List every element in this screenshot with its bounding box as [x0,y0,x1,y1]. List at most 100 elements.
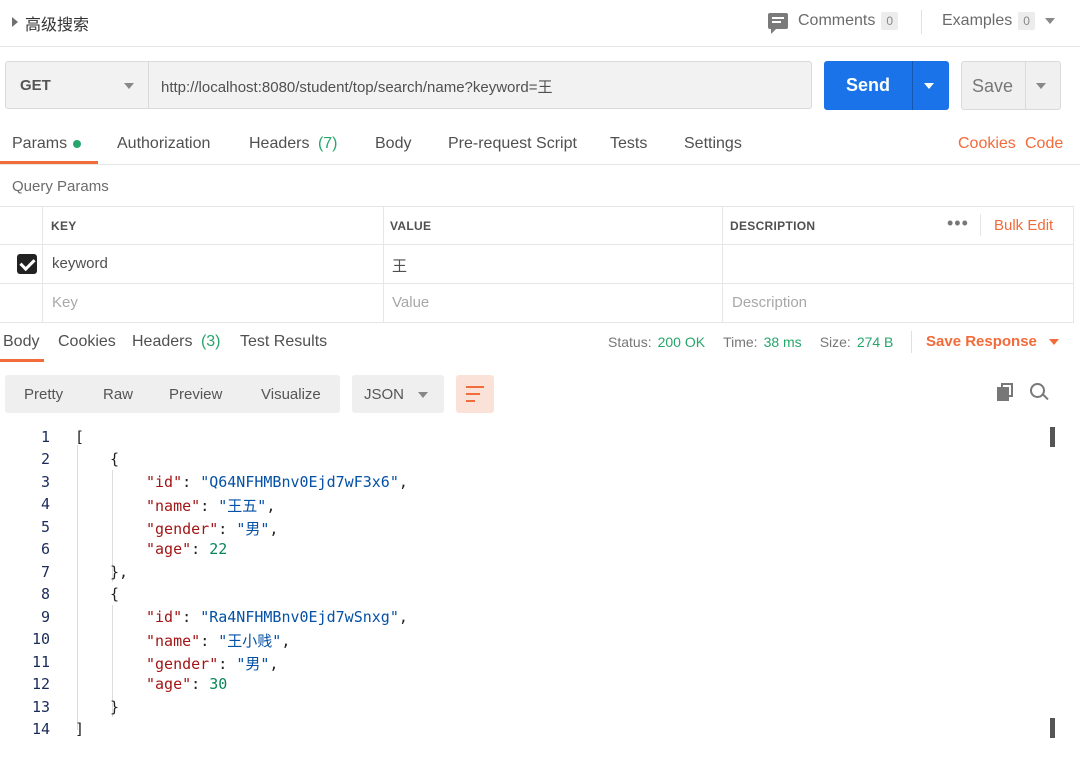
tab-prerequest-script[interactable]: Pre-request Script [448,135,577,153]
param-key-cell[interactable]: keyword [52,255,108,272]
response-tab-body[interactable]: Body [3,333,39,351]
view-preview-button[interactable]: Preview [169,386,222,403]
query-params-title: Query Params [12,178,109,195]
examples-count-badge: 0 [1018,12,1035,30]
line-number: 9 [40,608,50,626]
code-line: }, [110,563,129,581]
tab-headers-label: Headers [249,135,310,152]
scrollbar-thumb[interactable] [1050,718,1055,738]
param-enabled-checkbox[interactable] [17,254,37,274]
line-number: 13 [31,698,50,716]
save-options-chevron-icon[interactable] [1036,83,1046,89]
view-visualize-button[interactable]: Visualize [261,386,321,403]
indent-guide [77,445,78,730]
examples-label: Examples [942,12,1013,29]
status-value[interactable]: 200 OK [658,334,705,350]
response-headers-label: Headers [132,333,193,350]
code-line: } [110,698,120,716]
tab-settings[interactable]: Settings [684,135,742,153]
line-number: 2 [40,450,50,468]
line-number: 8 [40,585,50,603]
tab-params-label: Params [12,135,68,152]
wrap-lines-icon[interactable] [456,375,494,413]
view-pretty-button[interactable]: Pretty [24,386,63,403]
copy-icon[interactable] [997,383,1015,401]
divider [0,244,1074,245]
json-value: Ra4NFHMBnv0Ejd7wSnxg [209,608,390,626]
cookies-link[interactable]: Cookies [958,135,1016,153]
divider [0,283,1074,284]
search-icon[interactable] [1030,383,1049,401]
code-line: { [110,450,120,468]
method-select[interactable]: GET [5,61,149,109]
size-value[interactable]: 274 B [857,334,894,350]
new-description-input[interactable]: Description [732,294,807,311]
code-line: "name": "王小贱", [146,632,291,650]
json-value: 王五 [227,497,258,515]
comments-count-badge: 0 [881,12,899,30]
code-line: "gender": "男", [146,655,279,673]
top-bar [0,0,1080,47]
param-value-cell[interactable]: 王 [392,255,407,276]
line-number: 6 [40,540,50,558]
column-header-key: KEY [51,219,77,233]
comments-label: Comments [798,12,876,29]
url-value: http://localhost:8080/student/top/search… [161,79,553,96]
save-response-label: Save Response [926,333,1037,350]
response-body-viewer[interactable]: 1 2 3 4 5 6 7 8 9 10 11 12 13 14 [ { "id… [0,425,1062,755]
time-value[interactable]: 38 ms [764,334,802,350]
headers-count: (7) [317,135,338,152]
code-link[interactable]: Code [1025,135,1063,153]
divider [1073,206,1074,323]
view-raw-button[interactable]: Raw [103,386,133,403]
code-line: "age": 22 [146,540,228,558]
line-number: 1 [40,428,50,446]
examples-button[interactable]: Examples 0 [942,12,1055,30]
code-line: "id": "Q64NFHMBnv0Ejd7wF3x6", [146,473,408,491]
format-value: JSON [364,386,405,403]
line-number: 11 [31,653,50,671]
line-number: 7 [40,563,50,581]
send-label: Send [845,75,890,95]
send-button[interactable]: Send [824,61,949,110]
tab-authorization[interactable]: Authorization [117,135,210,153]
save-divider [1025,62,1026,109]
json-value: Q64NFHMBnv0Ejd7wF3x6 [209,473,390,491]
tab-headers[interactable]: Headers (7) [249,135,338,153]
bulk-edit-link[interactable]: Bulk Edit [994,217,1053,234]
divider [0,164,1080,165]
response-tab-test-results[interactable]: Test Results [240,333,327,351]
save-label: Save [972,76,1014,96]
tab-tests[interactable]: Tests [610,135,647,153]
response-meta: Status: 200 OK Time: 38 ms Size: 274 B [608,334,893,350]
tab-params[interactable]: Params [12,135,82,153]
response-headers-count: (3) [200,333,221,350]
collapse-triangle-icon[interactable] [12,17,18,27]
new-key-input[interactable]: Key [52,294,78,311]
tab-body[interactable]: Body [375,135,411,153]
chevron-down-icon [418,392,428,398]
save-button[interactable]: Save [961,61,1061,110]
column-header-value: VALUE [390,219,432,233]
json-value: 王小贱 [227,632,273,650]
param-description-cell[interactable] [732,255,1062,275]
comments-button[interactable]: Comments 0 [798,12,899,30]
request-title[interactable]: 高级搜索 [25,11,89,35]
code-line: { [110,585,120,603]
format-select[interactable]: JSON [352,375,444,413]
send-options-chevron-icon[interactable] [924,83,934,89]
code-line: ] [75,720,85,738]
new-value-input[interactable]: Value [392,294,429,311]
comment-icon[interactable] [768,13,788,34]
save-response-button[interactable]: Save Response [926,333,1059,350]
url-input[interactable]: http://localhost:8080/student/top/search… [149,61,812,109]
json-value: 男 [245,520,261,538]
code-line: [ [75,428,85,446]
line-number: 14 [31,720,50,738]
response-tab-cookies[interactable]: Cookies [58,333,116,351]
scrollbar-thumb[interactable] [1050,427,1055,447]
response-tab-headers[interactable]: Headers (3) [132,333,221,351]
active-dot-icon [73,139,82,148]
more-options-icon[interactable]: ••• [947,213,969,234]
column-header-description: DESCRIPTION [730,219,816,233]
